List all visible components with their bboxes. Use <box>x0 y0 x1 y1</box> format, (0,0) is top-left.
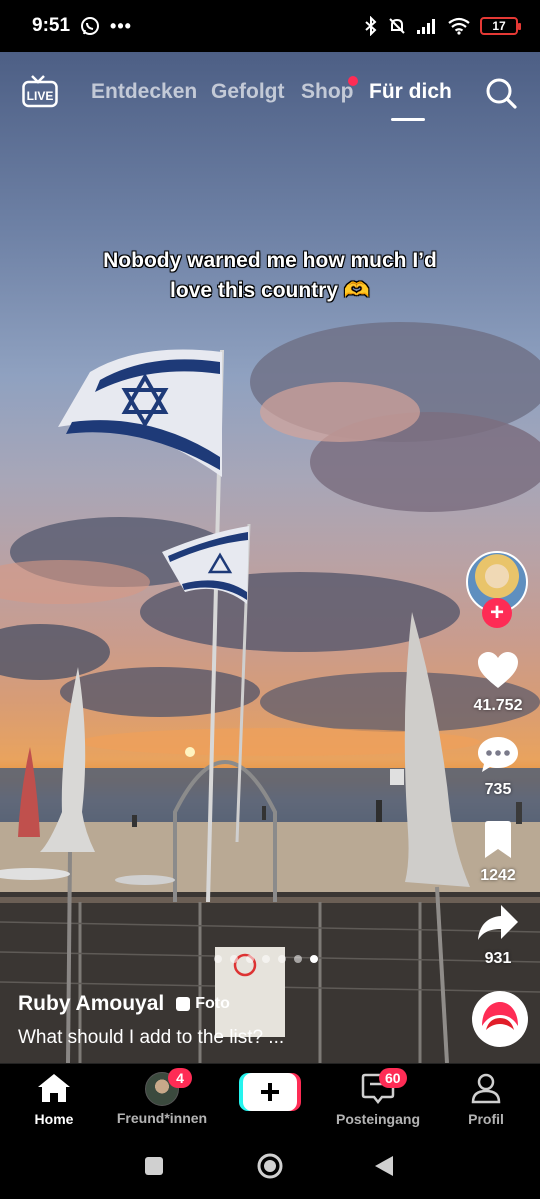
whatsapp-icon <box>81 17 100 35</box>
bookmark-icon <box>485 821 511 858</box>
signal-icon <box>417 19 435 34</box>
share-button[interactable]: 931 <box>458 903 538 968</box>
author-name[interactable]: Ruby Amouyal <box>18 992 164 1016</box>
tab-friends-label: Freund*innen <box>116 1110 208 1126</box>
profile-icon <box>471 1073 501 1104</box>
bottom-tab-bar: Home Freund*innen Posteingang Profil 4 6… <box>0 1063 540 1135</box>
carousel-dot <box>262 955 270 963</box>
battery-icon: 17 <box>480 17 521 35</box>
bookmark-button[interactable]: 1242 <box>458 820 538 885</box>
ellipsis-icon: ••• <box>110 15 132 36</box>
bookmark-count: 1242 <box>480 867 516 884</box>
recents-icon[interactable] <box>143 1155 165 1177</box>
tab-profile-label: Profil <box>468 1111 504 1127</box>
home-nav-icon[interactable] <box>256 1152 284 1180</box>
wifi-icon <box>448 17 470 35</box>
carousel-indicator <box>214 955 318 963</box>
sound-disc-button[interactable] <box>472 991 528 1047</box>
photo-badge-label: Foto <box>195 995 230 1012</box>
muted-bell-icon <box>389 18 405 34</box>
tab-profile[interactable]: Profil <box>436 1072 536 1127</box>
top-nav: Entdecken Gefolgt Shop Für dich <box>0 66 540 126</box>
post-author-row: Ruby Amouyal Foto <box>18 992 230 1016</box>
status-time: 9:51 <box>32 15 71 36</box>
friends-badge: 4 <box>168 1068 192 1088</box>
system-navigation-bar <box>0 1135 540 1199</box>
carousel-dot <box>230 955 238 963</box>
like-count: 41.752 <box>473 697 523 714</box>
tab-inbox-label: Posteingang <box>335 1111 420 1127</box>
photo-badge: Foto <box>176 995 230 1013</box>
active-tab-indicator <box>391 118 425 121</box>
back-icon[interactable] <box>373 1154 395 1178</box>
share-icon <box>478 905 518 940</box>
photo-caption: Nobody warned me how much I’d love this … <box>60 246 480 306</box>
shop-notification-dot <box>348 76 358 86</box>
tab-entdecken[interactable]: Entdecken <box>91 80 197 104</box>
battery-level: 17 <box>492 19 506 33</box>
carousel-dot <box>310 955 318 963</box>
carousel-dot <box>278 955 286 963</box>
status-bar: 9:51 ••• 17 <box>0 0 540 52</box>
tab-fuer-dich[interactable]: Für dich <box>369 80 452 104</box>
tab-home-label: Home <box>34 1111 74 1127</box>
tab-gefolgt[interactable]: Gefolgt <box>211 80 285 104</box>
inbox-badge: 60 <box>379 1068 407 1088</box>
caption-line-1: Nobody warned me how much I’d <box>103 249 437 272</box>
post-description[interactable]: What should I add to the list? ... <box>18 1027 284 1049</box>
carousel-dot <box>214 955 222 963</box>
tab-inbox[interactable]: Posteingang <box>328 1072 428 1127</box>
create-post-button[interactable] <box>239 1073 301 1111</box>
caption-line-2: love this country 🫶 <box>169 279 370 302</box>
carousel-dot <box>294 955 302 963</box>
follow-button[interactable]: + <box>482 598 512 628</box>
bluetooth-icon <box>365 16 377 36</box>
share-count: 931 <box>484 950 512 967</box>
sound-disc-icon <box>478 997 522 1041</box>
comment-button[interactable]: 735 <box>458 734 538 799</box>
carousel-dot <box>246 955 254 963</box>
tab-shop[interactable]: Shop <box>301 80 354 104</box>
heart-icon <box>478 652 518 688</box>
comment-icon <box>478 737 518 772</box>
home-icon <box>38 1074 70 1102</box>
search-icon[interactable] <box>484 76 518 110</box>
tab-home[interactable]: Home <box>4 1072 104 1127</box>
tab-friends[interactable]: Freund*innen <box>112 1072 212 1126</box>
comment-count: 735 <box>484 781 512 798</box>
photo-icon <box>176 997 191 1011</box>
like-button[interactable]: 41.752 <box>458 650 538 715</box>
